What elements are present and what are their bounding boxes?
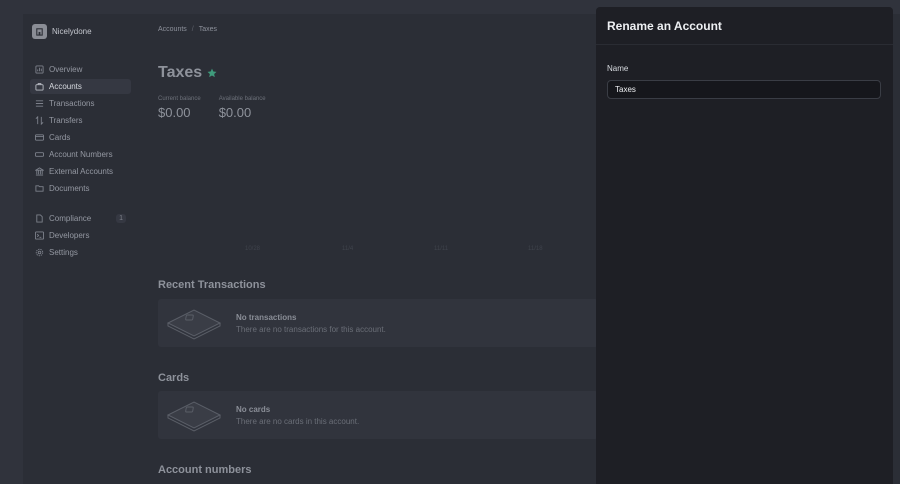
sidebar-item-label: Compliance [49,214,92,223]
briefcase-icon [35,82,44,91]
overview-icon [35,65,44,74]
name-field[interactable] [607,80,881,99]
sidebar-item-accounts[interactable]: Accounts [30,79,131,94]
sidebar-item-account-numbers[interactable]: Account Numbers [30,147,131,162]
compliance-count-badge: 1 [116,214,126,223]
page-title: Taxes [158,64,203,81]
chart-tick-label: 10/28 [245,246,261,252]
sidebar: Nicelydone Overview Accounts Transaction… [23,14,141,484]
sidebar-item-overview[interactable]: Overview [30,62,131,77]
sidebar-item-label: External Accounts [49,167,114,176]
sidebar-item-transfers[interactable]: Transfers [30,113,131,128]
cards-empty-text: No cards There are no cards in this acco… [236,405,359,426]
sidebar-item-label: Developers [49,231,90,240]
list-icon [35,99,44,108]
current-balance: Current balance $0.00 [158,96,201,120]
balances: Current balance $0.00 Available balance … [158,96,284,120]
breadcrumb-accounts-link[interactable]: Accounts [158,26,187,33]
sidebar-item-compliance[interactable]: Compliance 1 [30,211,131,226]
sidebar-item-label: Overview [49,65,83,74]
sidebar-item-label: Documents [49,184,90,193]
sidebar-item-transactions[interactable]: Transactions [30,96,131,111]
current-balance-value: $0.00 [158,105,191,120]
empty-state-description: There are no cards in this account. [236,416,360,426]
arrows-icon [35,116,44,125]
sidebar-item-external-accounts[interactable]: External Accounts [30,164,131,179]
panel-title: Rename an Account [607,19,722,33]
balance-chart: 10/28 11/4 11/11 11/18 [158,134,598,252]
sidebar-nav: Overview Accounts Transactions Transfers… [30,62,131,198]
brand-name: Nicelydone [52,27,92,36]
cards-empty-state: No cards There are no cards in this acco… [158,391,598,439]
star-icon[interactable] [207,68,217,78]
sidebar-item-documents[interactable]: Documents [30,181,131,196]
chart-tick-label: 11/4 [342,246,354,252]
recent-transactions-title: Recent Transactions [158,279,266,291]
available-balance: Available balance $0.00 [219,96,266,120]
sidebar-item-cards[interactable]: Cards [30,130,131,145]
panel-header: Rename an Account [596,7,893,45]
sidebar-item-label: Settings [49,248,78,257]
sidebar-item-label: Cards [49,133,71,142]
transactions-empty-text: No transactions There are no transaction… [236,313,386,334]
sidebar-item-settings[interactable]: Settings [30,245,131,260]
gear-icon [35,248,44,257]
chart-tick-label: 11/11 [434,246,449,252]
empty-state-title: No cards [236,404,271,414]
empty-card-illustration-icon [166,309,222,340]
account-numbers-title: Account numbers [158,464,252,476]
sidebar-secondary-nav: Compliance 1 Developers Settings [30,211,131,262]
breadcrumb-separator: / [191,26,194,33]
breadcrumb: Accounts / Taxes [158,26,217,33]
building-icon [32,24,47,39]
breadcrumb-current: Taxes [198,26,218,33]
empty-card-illustration-icon [166,401,222,432]
hash-icon [35,150,44,159]
name-field-label: Name [607,64,629,73]
page-title-row: Taxes [158,64,217,82]
empty-state-description: There are no transactions for this accou… [236,324,386,334]
sidebar-item-label: Transactions [49,99,95,108]
sidebar-item-label: Accounts [49,82,82,91]
bank-icon [35,167,44,176]
sidebar-item-developers[interactable]: Developers [30,228,131,243]
sidebar-item-label: Account Numbers [49,150,113,159]
card-icon [35,133,44,142]
sidebar-item-label: Transfers [49,116,83,125]
document-icon [35,214,44,223]
folder-icon [35,184,44,193]
transactions-empty-state: No transactions There are no transaction… [158,299,598,347]
terminal-icon [35,231,44,240]
rename-account-panel: Rename an Account Name [596,7,893,484]
empty-state-title: No transactions [236,312,297,322]
panel-body: Name [596,45,893,99]
brand[interactable]: Nicelydone [32,24,92,39]
cards-title: Cards [158,372,190,384]
chart-tick-label: 11/18 [528,246,543,252]
available-balance-label: Available balance [218,96,266,102]
available-balance-value: $0.00 [218,105,252,120]
current-balance-label: Current balance [158,96,201,102]
